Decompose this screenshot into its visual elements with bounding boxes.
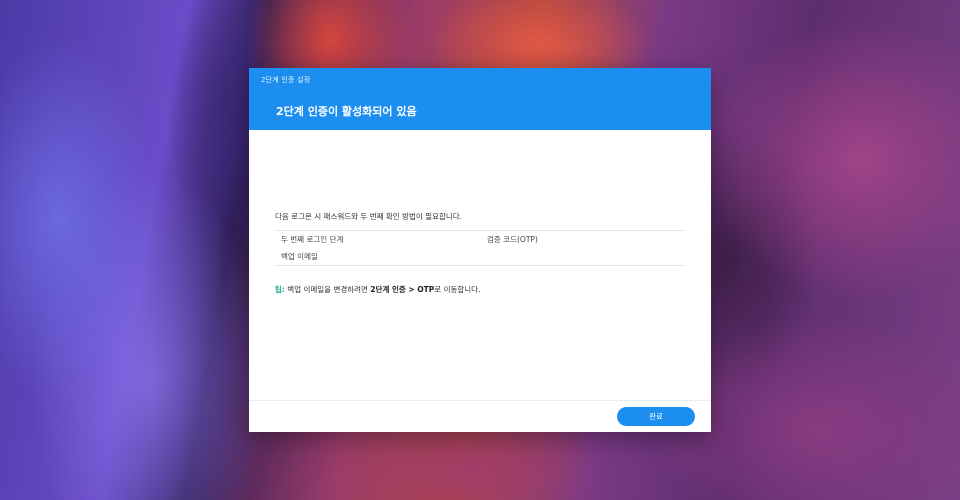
dialog-heading: 2단계 인증이 활성화되어 있음 bbox=[276, 105, 417, 118]
tip-text-after: 로 이동합니다. bbox=[434, 285, 481, 294]
settings-row-backup-email: 백업 이메일 bbox=[275, 248, 685, 266]
backup-email-label: 백업 이메일 bbox=[281, 252, 318, 261]
second-step-label: 두 번째 로그인 단계 bbox=[281, 235, 344, 244]
settings-row-second-step: 두 번째 로그인 단계 검증 코드(OTP) bbox=[275, 231, 685, 249]
second-step-value: 검증 코드(OTP) bbox=[487, 235, 538, 244]
dialog-footer: 완료 bbox=[249, 400, 711, 432]
done-button[interactable]: 완료 bbox=[617, 407, 695, 426]
dialog-body: 다음 로그온 시 패스워드와 두 번째 확인 방법이 필요합니다. 두 번째 로… bbox=[249, 130, 711, 400]
backup-email-value bbox=[487, 248, 685, 266]
two-step-verification-dialog: 2단계 인증 설정 2단계 인증이 활성화되어 있음 다음 로그온 시 패스워드… bbox=[249, 68, 711, 432]
tip-text-before: 백업 이메일을 변경하려면 bbox=[284, 285, 371, 294]
tip-label: 팁: bbox=[275, 285, 285, 294]
settings-table: 두 번째 로그인 단계 검증 코드(OTP) 백업 이메일 bbox=[275, 230, 685, 266]
dialog-header: 2단계 인증 설정 2단계 인증이 활성화되어 있음 bbox=[249, 68, 711, 130]
tip-path: 2단계 인증 > OTP bbox=[370, 285, 435, 294]
description-text: 다음 로그온 시 패스워드와 두 번째 확인 방법이 필요합니다. bbox=[275, 212, 463, 221]
tip-text: 팁: 백업 이메일을 변경하려면 2단계 인증 > OTP로 이동합니다. bbox=[275, 284, 480, 295]
window-title: 2단계 인증 설정 bbox=[261, 76, 311, 84]
